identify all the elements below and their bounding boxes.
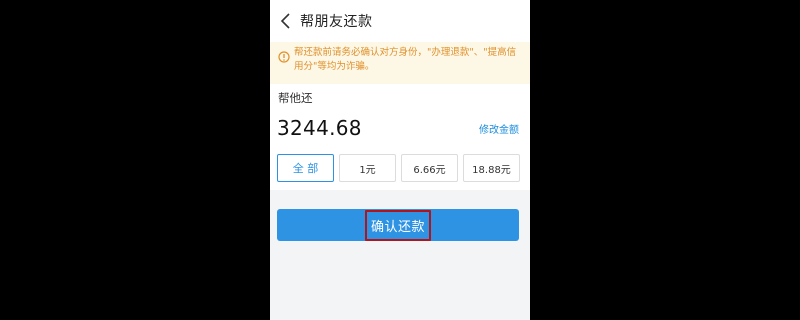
confirm-repay-label: 确认还款	[364, 209, 431, 241]
repay-amount: 3244.68	[277, 116, 362, 140]
page-title: 帮朋友还款	[300, 14, 373, 30]
chip-all[interactable]: 全 部	[277, 154, 334, 182]
phone-screen: 帮朋友还款 帮还款前请务必确认对方身份，"办理退款"、"提高信用分"等均为诈骗。…	[270, 0, 530, 320]
warning-icon	[278, 48, 290, 63]
repay-card: 帮他还 3244.68 修改金额 全 部 1元 6.66元 18.88元	[270, 84, 530, 190]
repay-label: 帮他还	[278, 91, 313, 105]
nav-header: 帮朋友还款	[270, 0, 530, 42]
back-icon[interactable]	[278, 10, 296, 32]
warning-text: 帮还款前请务必确认对方身份，"办理退款"、"提高信用分"等均为诈骗。	[294, 47, 517, 72]
amount-chips: 全 部 1元 6.66元 18.88元	[277, 154, 520, 184]
chip-1-yuan[interactable]: 1元	[339, 154, 396, 182]
chip-6-66-yuan[interactable]: 6.66元	[401, 154, 458, 182]
chip-18-88-yuan[interactable]: 18.88元	[463, 154, 520, 182]
modify-amount-link[interactable]: 修改金额	[479, 121, 519, 136]
warning-notice: 帮还款前请务必确认对方身份，"办理退款"、"提高信用分"等均为诈骗。	[270, 42, 530, 84]
confirm-repay-button[interactable]: 确认还款	[277, 209, 519, 241]
